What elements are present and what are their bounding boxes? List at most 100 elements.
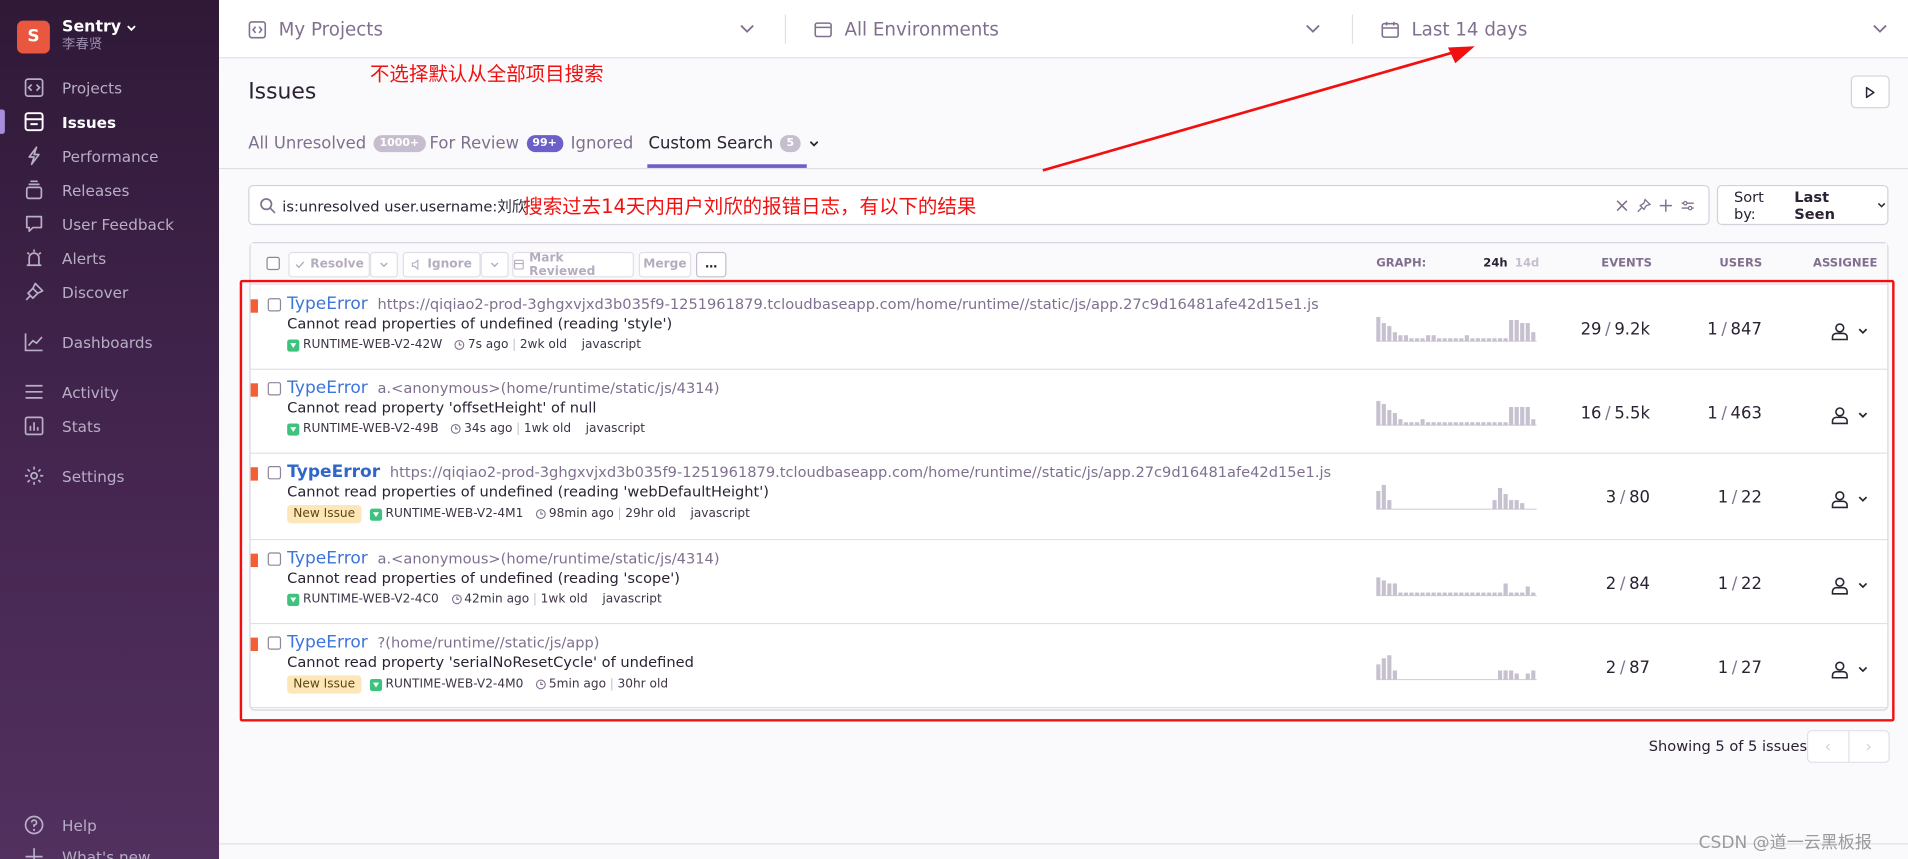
events-column-header: EVENTS	[1601, 256, 1652, 271]
org-name: Sentry	[62, 18, 122, 37]
sidebar-item-stats[interactable]: Stats	[0, 410, 219, 442]
issues-icon	[24, 112, 44, 132]
org-avatar: S	[17, 20, 50, 53]
sidebar-item-label: Stats	[62, 416, 101, 436]
sidebar-item-settings[interactable]: Settings	[0, 460, 219, 492]
ignore-label: Ignore	[427, 257, 472, 272]
divider	[219, 843, 1908, 845]
tab-label: Custom Search	[648, 133, 774, 154]
sidebar-item-label: Dashboards	[62, 332, 153, 352]
pin-icon[interactable]	[1637, 198, 1652, 213]
project-selector[interactable]: My Projects	[248, 0, 383, 58]
sidebar-item-alerts[interactable]: Alerts	[0, 242, 219, 274]
user-feedback-icon	[25, 215, 43, 233]
org-username: 李春贤	[62, 36, 103, 53]
tab-ignored[interactable]: Ignored	[571, 134, 634, 153]
sidebar-item-releases[interactable]: Releases	[0, 174, 219, 206]
page-title: Issues	[248, 79, 317, 105]
filter-sliders-icon[interactable]	[1680, 198, 1695, 213]
chevron-down-icon	[126, 25, 136, 32]
sidebar-item-label: Settings	[62, 466, 125, 485]
annotation-text: 搜索过去14天内用户刘欣的报错日志，有以下的结果	[523, 194, 977, 218]
sidebar-item-discover[interactable]: Discover	[0, 276, 219, 308]
sidebar: S Sentry 李春贤 Projects Issues Performance…	[0, 0, 220, 859]
graph-period-24h[interactable]: 24h	[1483, 257, 1507, 270]
assignee-column-header: ASSIGNEE	[1813, 256, 1878, 271]
ignore-button[interactable]: Ignore	[402, 251, 481, 278]
project-icon	[248, 20, 267, 38]
sidebar-item-dashboards[interactable]: Dashboards	[0, 326, 219, 358]
sidebar-item-label: Help	[62, 815, 97, 835]
tab-label: All Unresolved	[248, 133, 367, 154]
org-switcher[interactable]: S Sentry 李春贤	[17, 19, 137, 53]
sort-value: Last Seen	[1794, 187, 1835, 223]
dashboards-icon	[24, 333, 43, 352]
settings-icon	[24, 466, 44, 485]
sidebar-item-label: Activity	[62, 382, 119, 401]
environment-selector-label: All Environments	[844, 18, 999, 41]
chevron-down-icon	[380, 262, 388, 268]
sidebar-item-projects[interactable]: Projects	[0, 72, 219, 104]
sidebar-item-issues[interactable]: Issues	[0, 106, 219, 138]
sort-dropdown[interactable]: Sort by: Last Seen	[1716, 184, 1889, 226]
resolve-dropdown[interactable]	[369, 251, 398, 278]
next-page-button[interactable]: ›	[1849, 731, 1889, 761]
pagination: ‹ ›	[1806, 730, 1890, 763]
performance-icon	[28, 146, 40, 166]
sidebar-item-label: Alerts	[62, 248, 107, 268]
sort-label: Sort by:	[1733, 187, 1764, 223]
watermark: CSDN @道一云黑板报	[1698, 833, 1872, 853]
realtime-button[interactable]	[1850, 75, 1890, 109]
tab-count-badge: 99+	[526, 135, 563, 153]
help-icon	[24, 815, 44, 835]
sidebar-item-whats-new[interactable]: What's new	[0, 841, 219, 859]
annotation-text: 不选择默认从全部项目搜索	[369, 62, 604, 86]
clear-icon[interactable]	[1615, 198, 1630, 213]
add-icon[interactable]	[1658, 198, 1673, 213]
whats-new-icon	[25, 848, 43, 859]
sidebar-item-help[interactable]: Help	[0, 809, 219, 841]
chevron-down-icon	[490, 262, 499, 268]
tab-custom-search[interactable]: Custom Search 5	[649, 134, 820, 153]
select-all-checkbox[interactable]	[266, 256, 280, 271]
chevron-down-icon[interactable]	[1871, 19, 1888, 36]
more-label: …	[705, 257, 718, 272]
merge-label: Merge	[643, 257, 687, 272]
annotation-highlight-box	[239, 279, 1895, 722]
search-query: is:unresolved user.username:刘欣	[282, 198, 527, 216]
sidebar-item-performance[interactable]: Performance	[0, 140, 219, 172]
tab-count-badge: 5	[780, 135, 801, 153]
search-input[interactable]: is:unresolved user.username:刘欣	[248, 184, 1710, 226]
chevron-down-icon[interactable]	[739, 19, 756, 36]
tab-for-review[interactable]: For Review 99+	[430, 134, 563, 153]
sidebar-item-user-feedback[interactable]: User Feedback	[0, 208, 219, 240]
releases-icon	[25, 180, 43, 200]
pagination-summary: Showing 5 of 5 issues	[1648, 737, 1808, 755]
chevron-down-icon[interactable]	[1304, 19, 1321, 36]
more-actions-button[interactable]: …	[696, 251, 727, 278]
search-icon	[260, 198, 276, 214]
resolve-button[interactable]: Resolve	[288, 251, 370, 278]
mark-reviewed-label: Mark Reviewed	[529, 251, 596, 279]
sidebar-item-label: Issues	[62, 112, 117, 131]
merge-button[interactable]: Merge	[638, 251, 692, 278]
tab-label: For Review	[429, 133, 520, 154]
mark-reviewed-button[interactable]: Mark Reviewed	[512, 251, 634, 279]
tab-count-badge: 1000+	[373, 135, 426, 153]
mute-icon	[412, 259, 419, 271]
issues-icon	[514, 259, 524, 270]
sidebar-item-activity[interactable]: Activity	[0, 376, 219, 408]
active-tab-indicator	[647, 164, 807, 168]
sidebar-item-label: Discover	[62, 282, 129, 302]
sidebar-item-label: User Feedback	[62, 214, 175, 234]
sidebar-item-label: Performance	[62, 146, 159, 165]
graph-period-14d[interactable]: 14d	[1515, 257, 1539, 270]
ignore-dropdown[interactable]	[480, 251, 509, 278]
previous-page-button[interactable]: ‹	[1808, 731, 1849, 762]
tab-all-unresolved[interactable]: All Unresolved 1000+	[248, 133, 426, 154]
stats-icon	[24, 416, 44, 436]
discover-icon	[25, 282, 44, 301]
environment-selector[interactable]: All Environments	[814, 0, 999, 58]
divider	[784, 14, 787, 44]
graph-column-header: GRAPH:	[1376, 256, 1427, 271]
